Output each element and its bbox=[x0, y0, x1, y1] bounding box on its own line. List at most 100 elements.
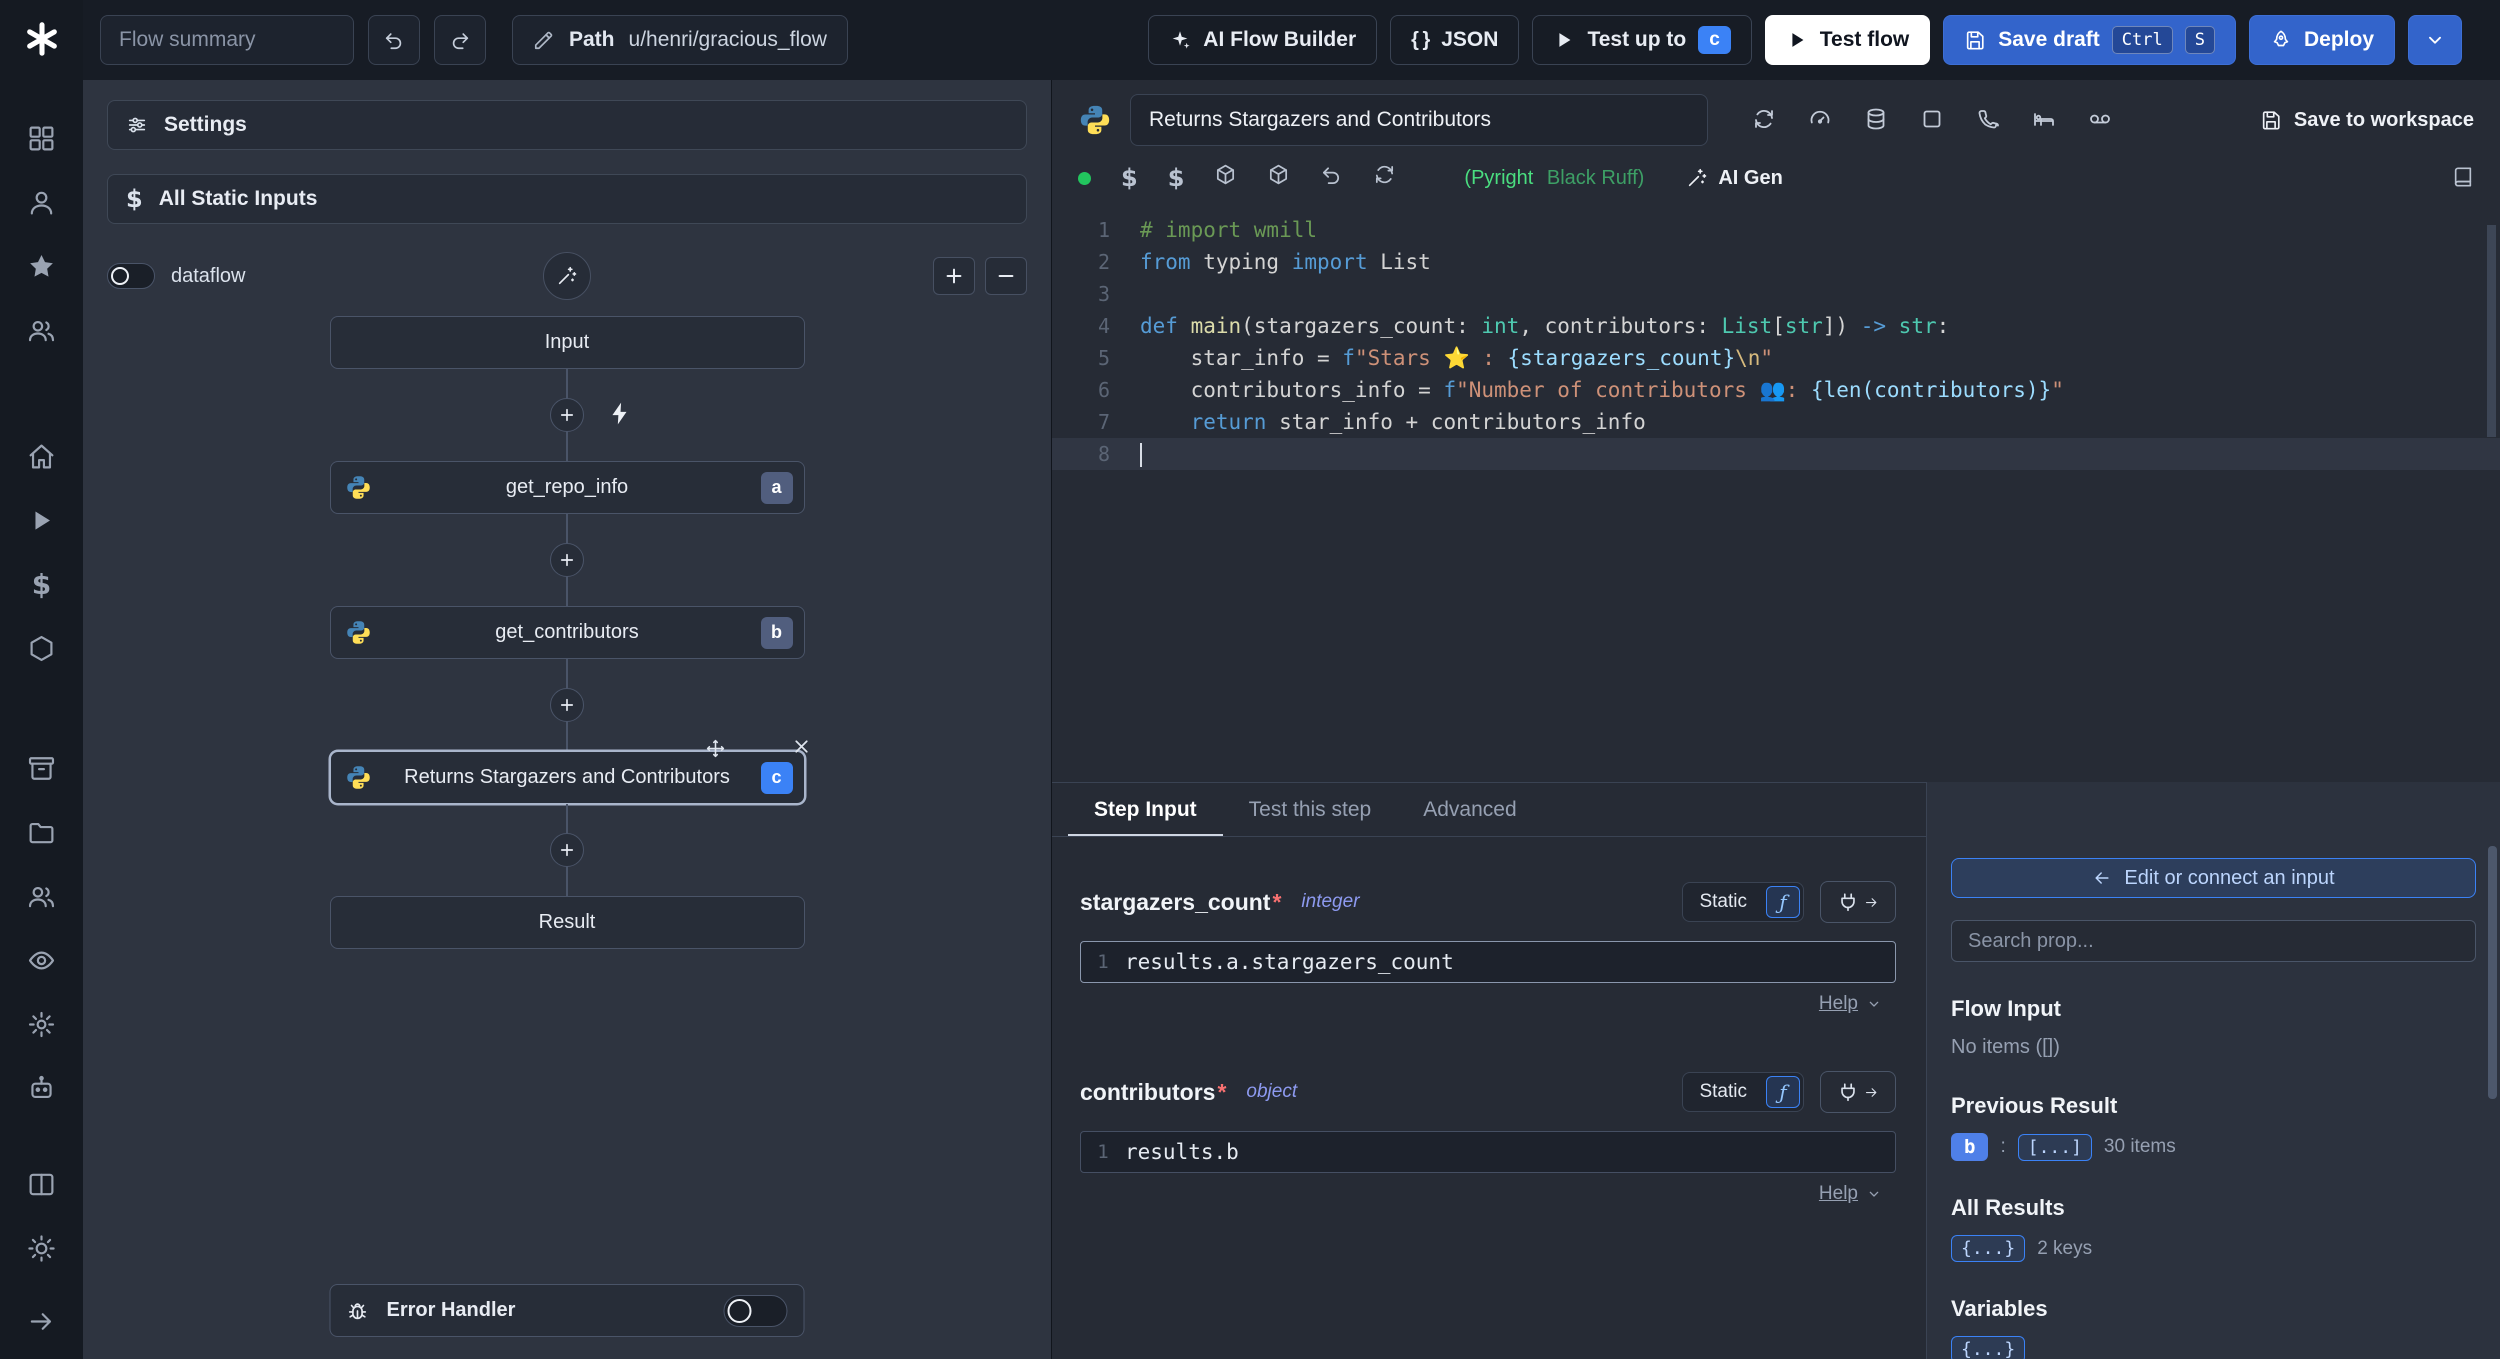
folder-icon[interactable] bbox=[24, 814, 60, 850]
connector bbox=[330, 514, 805, 606]
code-line-6[interactable]: 6 contributors_info = f"Number of contri… bbox=[1052, 374, 2500, 406]
node-result[interactable]: Result bbox=[329, 896, 805, 949]
error-handler-row[interactable]: Error Handler bbox=[329, 1284, 805, 1337]
users2-icon[interactable] bbox=[24, 878, 60, 914]
cache-db-button[interactable] bbox=[1864, 107, 1888, 134]
insert-step-button[interactable] bbox=[550, 688, 584, 722]
deploy-button[interactable]: Deploy bbox=[2248, 15, 2395, 65]
edit-or-connect-button[interactable]: Edit or connect an input bbox=[1951, 858, 2476, 898]
editor-scrollbar[interactable] bbox=[2487, 225, 2496, 437]
columns-icon[interactable] bbox=[24, 1166, 60, 1202]
reset-button[interactable] bbox=[1320, 163, 1343, 193]
dollar-icon[interactable]: $ bbox=[24, 566, 60, 602]
connect-input-button[interactable] bbox=[1820, 1071, 1896, 1113]
resources-dollar-button[interactable]: $ bbox=[1168, 164, 1185, 193]
play-icon[interactable] bbox=[24, 502, 60, 538]
vars-dollar-button[interactable]: $ bbox=[1121, 164, 1138, 193]
search-prop-input[interactable] bbox=[1951, 920, 2476, 962]
save-to-workspace-button[interactable]: Save to workspace bbox=[2260, 109, 2474, 132]
user-icon[interactable] bbox=[24, 184, 60, 220]
path-editor[interactable]: Path u/henri/gracious_flow bbox=[512, 15, 848, 65]
deploy-dropdown-button[interactable] bbox=[2408, 15, 2462, 65]
grid-icon[interactable] bbox=[24, 120, 60, 156]
expression-mode-button[interactable]: ƒ bbox=[1766, 1076, 1800, 1108]
trigger-bolt-button[interactable] bbox=[607, 401, 633, 430]
sun-icon[interactable] bbox=[24, 1230, 60, 1266]
hexagon-icon[interactable] bbox=[24, 630, 60, 666]
tab-test-this-step[interactable]: Test this step bbox=[1223, 783, 1398, 836]
move-node-icon[interactable] bbox=[705, 738, 726, 759]
sleep-bed-button[interactable] bbox=[2032, 107, 2056, 134]
bot-icon[interactable] bbox=[24, 1070, 60, 1106]
connect-input-button[interactable] bbox=[1820, 881, 1896, 923]
reload-button[interactable] bbox=[1373, 163, 1396, 193]
test-up-to-button[interactable]: Test up to c bbox=[1532, 15, 1752, 65]
collapsed-array-badge[interactable]: [...] bbox=[2017, 1133, 2092, 1161]
flow-summary-input[interactable] bbox=[100, 15, 354, 65]
package-button-2[interactable] bbox=[1267, 163, 1290, 193]
ai-wand-button[interactable] bbox=[543, 252, 591, 300]
code-line-4[interactable]: 4 def main(stargazers_count: int, contrib… bbox=[1052, 310, 2500, 342]
expression-input-contributors[interactable]: 1 results.b bbox=[1080, 1131, 1896, 1173]
code-assistants-status[interactable]: (Pyright Black Ruff) bbox=[1464, 167, 1644, 190]
archive-icon[interactable] bbox=[24, 750, 60, 786]
insert-step-button[interactable] bbox=[550, 543, 584, 577]
result-key-badge[interactable]: b bbox=[1951, 1133, 1989, 1161]
expression-input-stargazers[interactable]: 1 results.a.stargazers_count bbox=[1080, 941, 1896, 983]
concurrency-gauge-button[interactable] bbox=[1808, 107, 1832, 134]
package-button[interactable] bbox=[1214, 163, 1237, 193]
delete-node-icon[interactable] bbox=[791, 736, 812, 757]
error-handler-toggle[interactable] bbox=[723, 1294, 788, 1327]
step-title-input[interactable] bbox=[1130, 94, 1708, 146]
code-editor[interactable]: 1 # import wmill 2 from typing import List 3… bbox=[1052, 214, 2500, 470]
home-icon[interactable] bbox=[24, 438, 60, 474]
save-draft-button[interactable]: Save draft Ctrl S bbox=[1943, 15, 2236, 65]
mock-voicemail-button[interactable] bbox=[2088, 107, 2112, 134]
collapsed-object-badge[interactable]: {...} bbox=[1951, 1336, 2026, 1359]
expand-sidebar-icon[interactable] bbox=[24, 1303, 60, 1339]
tab-advanced[interactable]: Advanced bbox=[1397, 783, 1542, 836]
flow-settings-button[interactable]: Settings bbox=[107, 100, 1027, 150]
props-scrollbar[interactable] bbox=[2488, 846, 2497, 1099]
code-line-7[interactable]: 7 return star_info + contributors_info bbox=[1052, 406, 2500, 438]
cache-cycle-button[interactable] bbox=[1752, 107, 1776, 134]
insert-step-button[interactable] bbox=[550, 833, 584, 867]
node-get-contributors[interactable]: get_contributors b bbox=[329, 606, 805, 659]
suspend-phone-button[interactable] bbox=[1976, 107, 2000, 134]
code-line-1[interactable]: 1 # import wmill bbox=[1052, 214, 2500, 246]
node-input[interactable]: Input bbox=[329, 316, 805, 369]
node-returns-stargazers-selected[interactable]: Returns Stargazers and Contributors c bbox=[329, 739, 808, 804]
dataflow-toggle[interactable] bbox=[107, 263, 155, 289]
expression-mode-button[interactable]: ƒ bbox=[1766, 886, 1800, 918]
eye-icon[interactable] bbox=[24, 942, 60, 978]
windmill-logo-icon[interactable] bbox=[23, 20, 61, 58]
users-icon[interactable] bbox=[24, 312, 60, 348]
ai-gen-button[interactable]: AI Gen bbox=[1686, 167, 1783, 190]
static-mode-button[interactable]: Static bbox=[1683, 1073, 1763, 1111]
json-button[interactable]: { } JSON bbox=[1390, 15, 1520, 65]
ai-flow-builder-button[interactable]: AI Flow Builder bbox=[1148, 15, 1378, 65]
undo-button[interactable] bbox=[368, 15, 420, 65]
code-line-8[interactable]: 8 bbox=[1052, 438, 2500, 470]
code-line-3[interactable]: 3 bbox=[1052, 278, 2500, 310]
all-static-inputs-button[interactable]: $ All Static Inputs bbox=[107, 174, 1027, 224]
star-icon[interactable] bbox=[24, 248, 60, 284]
zoom-in-button[interactable] bbox=[933, 257, 975, 295]
chevron-down-icon[interactable] bbox=[1866, 1186, 1882, 1202]
chevron-down-icon[interactable] bbox=[1866, 996, 1882, 1012]
redo-button[interactable] bbox=[434, 15, 486, 65]
early-stop-button[interactable] bbox=[1920, 107, 1944, 134]
test-flow-button[interactable]: Test flow bbox=[1764, 15, 1931, 65]
tab-step-input[interactable]: Step Input bbox=[1068, 783, 1223, 836]
gear-icon[interactable] bbox=[24, 1006, 60, 1042]
insert-step-button[interactable] bbox=[550, 398, 584, 432]
code-line-2[interactable]: 2 from typing import List bbox=[1052, 246, 2500, 278]
node-get-repo-info[interactable]: get_repo_info a bbox=[329, 461, 805, 514]
library-book-button[interactable] bbox=[2452, 166, 2474, 191]
static-mode-button[interactable]: Static bbox=[1683, 883, 1763, 921]
zoom-out-button[interactable] bbox=[985, 257, 1027, 295]
help-link[interactable]: Help bbox=[1819, 1183, 1858, 1205]
help-link[interactable]: Help bbox=[1819, 993, 1858, 1015]
code-line-5[interactable]: 5 star_info = f"Stars ⭐ : {stargazers_co… bbox=[1052, 342, 2500, 374]
collapsed-object-badge[interactable]: {...} bbox=[1951, 1235, 2026, 1262]
